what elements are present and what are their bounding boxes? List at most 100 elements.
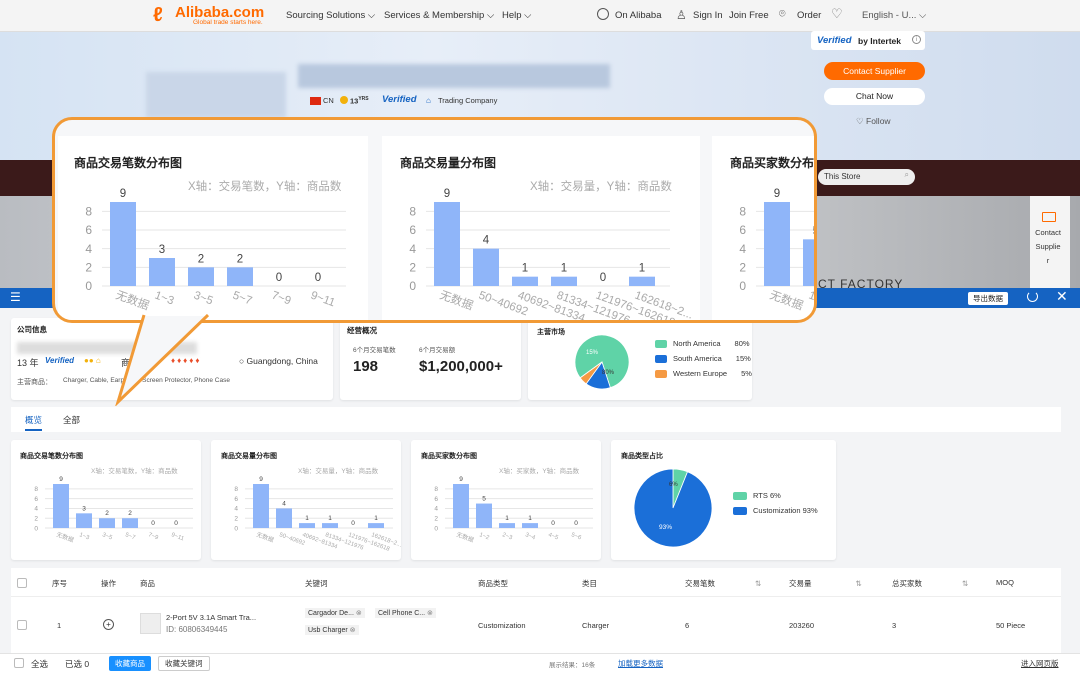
- y-tick-label: 8: [409, 205, 416, 219]
- product-name[interactable]: 2-Port 5V 3.1A Smart Tra...: [166, 613, 256, 622]
- y-tick-label: 8: [234, 486, 238, 493]
- remove-tag-icon[interactable]: ⊗: [356, 610, 362, 617]
- row-buyers: 3: [892, 621, 897, 630]
- legend-south-america: South America 15%: [655, 351, 752, 366]
- tab-overview[interactable]: 概览: [25, 414, 43, 431]
- bar-value-label: 1: [528, 515, 532, 522]
- y-tick-label: 4: [34, 506, 38, 513]
- bar-value-label: 2: [105, 510, 109, 517]
- y-tick-label: 8: [85, 205, 92, 219]
- bar: [803, 239, 814, 286]
- bar-value-label: 9: [444, 188, 450, 200]
- contact-supplier-button[interactable]: Contact Supplier: [824, 62, 925, 80]
- select-all-checkbox[interactable]: [17, 578, 27, 588]
- language-selector[interactable]: English - U... ⌵: [862, 10, 926, 21]
- zoom-chart-card-2: 商品交易量分布图 X轴：交易量，Y轴：商品数 0 2 4 6 8 9 无数据 4 50~4069…: [382, 136, 700, 320]
- product-type-pie-chart: 6% 93%: [633, 468, 713, 548]
- x-tick-label: 无数据: [55, 530, 75, 544]
- main-market-title: 主营市场: [537, 329, 565, 336]
- bar: [476, 503, 492, 528]
- bar-value-label: 2: [237, 253, 243, 265]
- side-contact-supplier[interactable]: Contact Supplier: [1030, 196, 1070, 288]
- zoom-bar-chart-1: 0 2 4 6 8 9 无数据 3 1~3 2 3~5 2 5~7 0 7~9 0 9~11: [85, 188, 346, 313]
- sort-icon: ⇅: [855, 579, 862, 588]
- main-market-card: 主营市场 15% 80% North America 80% South Amer…: [528, 318, 752, 400]
- bar: [149, 258, 175, 286]
- bar-value-label: 1: [505, 515, 509, 522]
- bar: [253, 484, 269, 528]
- nav-sourcing-solutions[interactable]: Sourcing Solutions ⌵: [286, 10, 375, 21]
- col-action: 操作: [101, 579, 116, 588]
- col-buyers[interactable]: 总买家数 ⇅: [892, 578, 968, 589]
- product-type-title: 商品类型占比: [621, 453, 663, 460]
- close-icon[interactable]: ✕: [1056, 288, 1068, 305]
- select-all-checkbox-bottom[interactable]: [14, 658, 24, 668]
- x-tick-label: 无数据: [768, 288, 806, 313]
- y-tick-label: 2: [234, 515, 238, 522]
- y-tick-label: 2: [85, 261, 92, 275]
- bar: [99, 518, 115, 528]
- keyword-tag[interactable]: Cargador De... ⊗: [305, 608, 365, 618]
- favorites-heart-icon[interactable]: ♡: [831, 6, 843, 22]
- trans-amount-label: 6个月交易额: [419, 347, 456, 354]
- x-tick-label: 无数据: [438, 288, 476, 313]
- load-more-link[interactable]: 加载更多数据: [618, 658, 663, 669]
- collect-products-button[interactable]: 收藏商品: [109, 656, 151, 671]
- verified-badge: Verified: [382, 94, 417, 105]
- bar-value-label: 9: [59, 476, 63, 483]
- product-thumbnail[interactable]: [140, 613, 161, 634]
- pie-slice: [633, 468, 713, 548]
- tabs-bar: [11, 407, 1061, 432]
- info-icon[interactable]: i: [912, 35, 921, 44]
- order-link[interactable]: Order: [797, 10, 821, 21]
- bar: [473, 248, 499, 286]
- col-volume[interactable]: 交易量 ⇅: [789, 578, 862, 589]
- bar-value-label: 9: [259, 476, 263, 483]
- col-transactions[interactable]: 交易笔数 ⇅: [685, 578, 761, 589]
- search-icon[interactable]: [597, 8, 609, 20]
- bar: [629, 276, 655, 286]
- trans-count-label: 6个月交易笔数: [353, 347, 396, 354]
- add-circle-icon[interactable]: +: [103, 619, 114, 630]
- y-tick-label: 0: [739, 279, 746, 293]
- legend-swatch: [733, 492, 747, 501]
- nav-services-membership[interactable]: Services & Membership ⌵: [384, 10, 494, 21]
- small-bar-chart-2: 024689无数据450~40692140692~81334181334~121…: [234, 476, 401, 553]
- bar: [764, 202, 790, 286]
- chat-now-button[interactable]: Chat Now: [824, 88, 925, 105]
- on-alibaba-link[interactable]: On Alibaba: [615, 10, 661, 21]
- follow-button[interactable]: ♡ Follow: [856, 116, 891, 127]
- x-tick-label: 9~11: [170, 532, 185, 542]
- sort-icon: ⇅: [962, 579, 969, 588]
- company-location: ○ Guangdong, China: [239, 356, 318, 366]
- row-transactions: 6: [685, 621, 690, 630]
- x-tick-label: 5~7: [231, 290, 253, 308]
- bar: [453, 484, 469, 528]
- remove-tag-icon[interactable]: ⊗: [350, 627, 356, 634]
- export-data-button[interactable]: 导出数据: [968, 292, 1008, 305]
- collect-keywords-button[interactable]: 收藏关键词: [158, 656, 210, 671]
- menu-icon[interactable]: ☰: [10, 290, 21, 304]
- remove-tag-icon[interactable]: ⊗: [427, 610, 433, 617]
- slice-label-93: 93%: [659, 524, 672, 531]
- join-free-link[interactable]: Join Free: [729, 10, 769, 21]
- bar-value-label: 0: [276, 272, 282, 284]
- enter-web-version-link[interactable]: 进入网页版: [1021, 658, 1059, 669]
- refresh-icon[interactable]: [1027, 291, 1038, 302]
- store-search-input[interactable]: This Store ⌕: [818, 169, 915, 185]
- small-chart-title-3: 商品买家数分布图: [421, 453, 477, 460]
- sign-in-link[interactable]: Sign In: [693, 10, 723, 21]
- keyword-tag[interactable]: Usb Charger ⊗: [305, 625, 359, 635]
- bar-value-label: 4: [483, 235, 490, 247]
- row-checkbox[interactable]: [17, 620, 27, 630]
- zoom-chart-title-2: 商品交易量分布图: [400, 156, 497, 170]
- nav-help[interactable]: Help ⌵: [502, 10, 531, 21]
- alibaba-logo[interactable]: ℓ Alibaba.com Global trade starts here.: [153, 4, 278, 28]
- tab-all[interactable]: 全部: [63, 414, 80, 426]
- row-category: Charger: [582, 621, 610, 630]
- keyword-tag[interactable]: Cell Phone C... ⊗: [375, 608, 436, 618]
- intertek-label: by Intertek: [858, 36, 901, 46]
- select-all-label[interactable]: 全选: [31, 658, 48, 670]
- bar-value-label: 9: [120, 188, 126, 200]
- gold-medal-icon: [340, 96, 348, 104]
